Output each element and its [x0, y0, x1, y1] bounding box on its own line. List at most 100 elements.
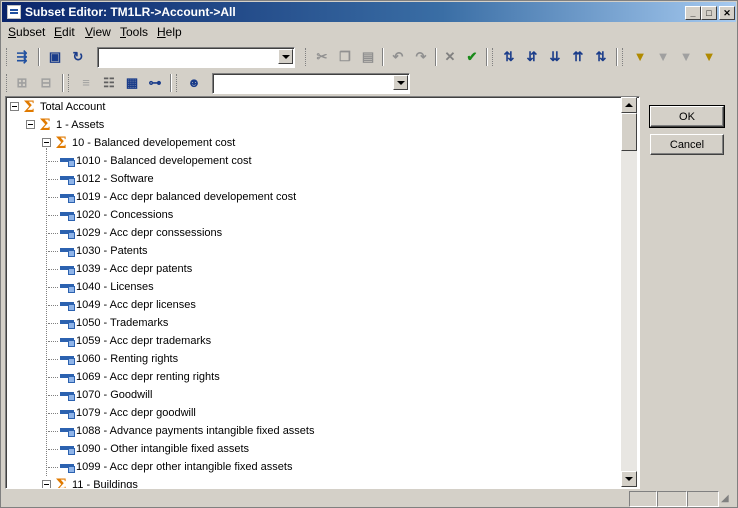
filter-attribute-icon[interactable]: ▼	[655, 49, 671, 65]
keep-icon[interactable]: ✔	[464, 49, 480, 65]
filter-level-icon[interactable]: ▼	[632, 49, 648, 65]
tree-leaf-item[interactable]: 1010 - Balanced developement cost	[6, 152, 621, 170]
tree-leaf-item[interactable]: 1079 - Acc depr goodwill	[6, 404, 621, 422]
tree-leaf-item[interactable]: 1050 - Trademarks	[6, 314, 621, 332]
collapse-toggle-icon[interactable]	[42, 138, 51, 147]
tree-leaf-item[interactable]: 1040 - Licenses	[6, 278, 621, 296]
subset-all-icon[interactable]: ⇶	[14, 49, 30, 65]
toolbar-grip[interactable]	[68, 74, 72, 92]
window-title: Subset Editor: TM1LR->Account->All	[25, 5, 236, 19]
roll-up-icon[interactable]: ☷	[101, 75, 117, 91]
tree-item-label: 1050 - Trademarks	[76, 317, 169, 329]
sort-desc-icon[interactable]: ⇵	[524, 49, 540, 65]
minimize-button[interactable]: _	[685, 6, 701, 20]
tree-item-label: 1049 - Acc depr licenses	[76, 299, 196, 311]
tree-leaf-item[interactable]: 1019 - Acc depr balanced developement co…	[6, 188, 621, 206]
sort-index-asc-icon[interactable]: ⇈	[570, 49, 586, 65]
leaf-element-icon	[60, 227, 75, 239]
status-panel	[657, 491, 687, 507]
menu-edit[interactable]: Edit	[54, 25, 75, 39]
menu-view[interactable]: View	[85, 25, 111, 39]
hierarchy-icon[interactable]: ⊶	[147, 75, 163, 91]
tree-leaf-item[interactable]: 1090 - Other intangible fixed assets	[6, 440, 621, 458]
copy-icon[interactable]: ❐	[337, 49, 353, 65]
menu-subset[interactable]: Subset	[8, 25, 45, 39]
chevron-down-icon[interactable]	[393, 75, 408, 90]
tree-leaf-item[interactable]: 1099 - Acc depr other intangible fixed a…	[6, 458, 621, 476]
reset-icon[interactable]: ↻	[70, 49, 86, 65]
toolbar-separator	[62, 74, 64, 92]
tree-leaf-item[interactable]: 1070 - Goodwill	[6, 386, 621, 404]
toolbar-grip[interactable]	[305, 48, 309, 66]
toolbar-grip[interactable]	[492, 48, 496, 66]
delete-icon[interactable]: ✕	[442, 49, 458, 65]
leaf-element-icon	[60, 245, 75, 257]
chevron-down-icon[interactable]	[278, 49, 293, 64]
leaf-element-icon	[60, 191, 75, 203]
tree-leaf-item[interactable]: 1029 - Acc depr conssessions	[6, 224, 621, 242]
tree-consolidated-item[interactable]: Σ 11 - Buildings	[6, 476, 621, 488]
tree-consolidated-item[interactable]: Σ 1 - Assets	[6, 116, 621, 134]
title-bar[interactable]: Subset Editor: TM1LR->Account->All _ □ ✕	[2, 2, 736, 22]
tree-consolidated-item[interactable]: Σ Total Account	[6, 98, 621, 116]
save-icon[interactable]: ▣	[47, 49, 63, 65]
tree-leaf-item[interactable]: 1039 - Acc depr patents	[6, 260, 621, 278]
paste-icon[interactable]: ▤	[360, 49, 376, 65]
collapse-toggle-icon[interactable]	[42, 480, 51, 488]
menu-tools[interactable]: Tools	[120, 25, 148, 39]
tree-connector	[48, 431, 58, 432]
cancel-button[interactable]: Cancel	[650, 134, 724, 155]
scroll-up-arrow-icon[interactable]	[621, 97, 637, 113]
tree-connector	[48, 269, 58, 270]
tree-vertical-scrollbar[interactable]	[621, 97, 637, 487]
tree-item-label: 1010 - Balanced developement cost	[76, 155, 252, 167]
tree-leaf-item[interactable]: 1088 - Advance payments intangible fixed…	[6, 422, 621, 440]
tree-leaf-item[interactable]: 1020 - Concessions	[6, 206, 621, 224]
cut-icon[interactable]: ✂	[314, 49, 330, 65]
status-panel	[687, 491, 719, 507]
tree-leaf-item[interactable]: 1030 - Patents	[6, 242, 621, 260]
subset-name-combo[interactable]	[97, 47, 295, 68]
resize-grip-icon[interactable]: ◢	[721, 493, 729, 504]
user-icon[interactable]: ☻	[186, 75, 202, 91]
sort-index-desc-icon[interactable]: ⇅	[593, 49, 609, 65]
collapse-toggle-icon[interactable]	[10, 102, 19, 111]
alias-combo[interactable]	[212, 73, 410, 94]
maximize-button[interactable]: □	[701, 6, 717, 20]
scroll-thumb[interactable]	[621, 113, 637, 151]
tree-item-label: 1029 - Acc depr conssessions	[76, 227, 223, 239]
tree-leaf-item[interactable]: 1012 - Software	[6, 170, 621, 188]
undo-icon[interactable]: ↶	[390, 49, 406, 65]
filter-wildcard-icon[interactable]: ▼	[701, 49, 717, 65]
collapse-icon[interactable]: ⊟	[38, 75, 54, 91]
scroll-down-arrow-icon[interactable]	[621, 471, 637, 487]
filter-expression-icon[interactable]: ▼	[678, 49, 694, 65]
toolbar-grip[interactable]	[6, 48, 10, 66]
toolbar-grip[interactable]	[6, 74, 10, 92]
menu-help[interactable]: Help	[157, 25, 182, 39]
drill-down-icon[interactable]: ≡	[78, 75, 94, 91]
tree-leaf-item[interactable]: 1060 - Renting rights	[6, 350, 621, 368]
subset-tree[interactable]: Σ Total Account Σ 1 - Assets Σ 10 - Balanced …	[5, 96, 640, 489]
tree-consolidated-item[interactable]: Σ 10 - Balanced developement cost	[6, 134, 621, 152]
sort-asc-icon[interactable]: ⇅	[501, 49, 517, 65]
leaf-element-icon	[60, 371, 75, 383]
close-button[interactable]: ✕	[719, 6, 735, 20]
sort-hierarchy-icon[interactable]: ⇊	[547, 49, 563, 65]
leaf-element-icon	[60, 443, 75, 455]
tree-leaf-item[interactable]: 1069 - Acc depr renting rights	[6, 368, 621, 386]
tree-leaf-item[interactable]: 1059 - Acc depr trademarks	[6, 332, 621, 350]
tree-leaf-item[interactable]: 1049 - Acc depr licenses	[6, 296, 621, 314]
consolidated-sigma-icon: Σ	[55, 133, 67, 152]
collapse-toggle-icon[interactable]	[26, 120, 35, 129]
toolbar-grip[interactable]	[176, 74, 180, 92]
properties-icon[interactable]: ▦	[124, 75, 140, 91]
tree-connector	[48, 215, 58, 216]
leaf-element-icon	[60, 155, 75, 167]
ok-button[interactable]: OK	[649, 105, 725, 128]
toolbar-grip[interactable]	[622, 48, 626, 66]
expand-icon[interactable]: ⊞	[14, 75, 30, 91]
redo-icon[interactable]: ↷	[413, 49, 429, 65]
tree-connector	[48, 233, 58, 234]
tree-item-label: 1069 - Acc depr renting rights	[76, 371, 220, 383]
